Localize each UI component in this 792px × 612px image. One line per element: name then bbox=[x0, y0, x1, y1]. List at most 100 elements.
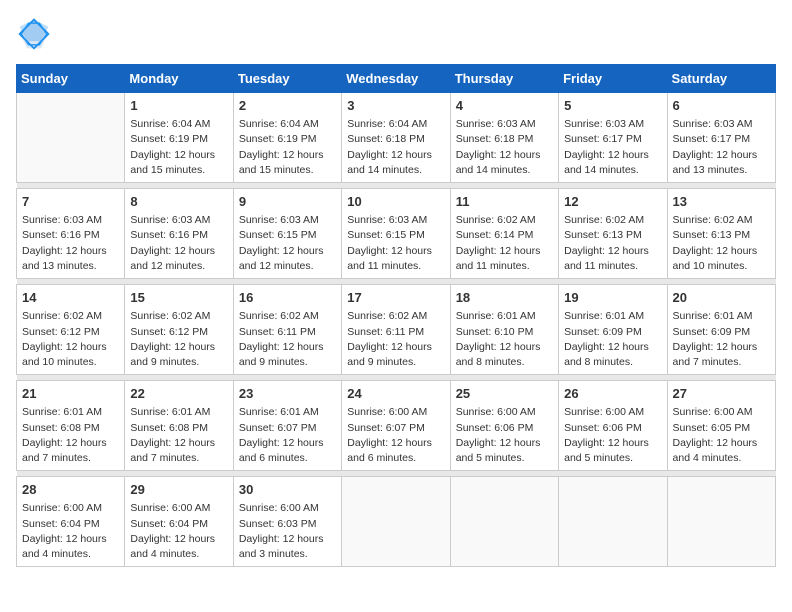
calendar-header: SundayMondayTuesdayWednesdayThursdayFrid… bbox=[17, 65, 776, 93]
calendar-cell: 30 Sunrise: 6:00 AM Sunset: 6:03 PM Dayli… bbox=[233, 477, 341, 567]
day-number: 17 bbox=[347, 289, 444, 307]
day-info: Sunrise: 6:03 AM Sunset: 6:16 PM Dayligh… bbox=[22, 213, 119, 274]
calendar-table: SundayMondayTuesdayWednesdayThursdayFrid… bbox=[16, 64, 776, 567]
day-number: 12 bbox=[564, 193, 661, 211]
calendar-cell: 27 Sunrise: 6:00 AM Sunset: 6:05 PM Dayli… bbox=[667, 381, 775, 471]
day-number: 19 bbox=[564, 289, 661, 307]
day-number: 20 bbox=[673, 289, 770, 307]
day-number: 18 bbox=[456, 289, 553, 307]
day-info: Sunrise: 6:02 AM Sunset: 6:13 PM Dayligh… bbox=[564, 213, 661, 274]
logo-icon bbox=[16, 16, 52, 52]
day-header-row: SundayMondayTuesdayWednesdayThursdayFrid… bbox=[17, 65, 776, 93]
calendar-cell bbox=[17, 93, 125, 183]
day-number: 21 bbox=[22, 385, 119, 403]
calendar-body: 1Sunrise: 6:04 AM Sunset: 6:19 PM Daylig… bbox=[17, 93, 776, 567]
calendar-cell: 21 Sunrise: 6:01 AM Sunset: 6:08 PM Dayli… bbox=[17, 381, 125, 471]
day-number: 6 bbox=[673, 97, 770, 115]
calendar-cell: 19 Sunrise: 6:01 AM Sunset: 6:09 PM Dayli… bbox=[559, 285, 667, 375]
day-number: 11 bbox=[456, 193, 553, 211]
calendar-cell: 15 Sunrise: 6:02 AM Sunset: 6:12 PM Dayli… bbox=[125, 285, 233, 375]
day-number: 25 bbox=[456, 385, 553, 403]
day-info: Sunrise: 6:01 AM Sunset: 6:08 PM Dayligh… bbox=[22, 405, 119, 466]
day-number: 15 bbox=[130, 289, 227, 307]
day-info: Sunrise: 6:02 AM Sunset: 6:11 PM Dayligh… bbox=[239, 309, 336, 370]
calendar-cell: 14 Sunrise: 6:02 AM Sunset: 6:12 PM Dayli… bbox=[17, 285, 125, 375]
day-info: Sunrise: 6:01 AM Sunset: 6:08 PM Dayligh… bbox=[130, 405, 227, 466]
calendar-cell: 10 Sunrise: 6:03 AM Sunset: 6:15 PM Dayli… bbox=[342, 189, 450, 279]
day-number: 27 bbox=[673, 385, 770, 403]
calendar-cell: 7 Sunrise: 6:03 AM Sunset: 6:16 PM Daylig… bbox=[17, 189, 125, 279]
day-number: 16 bbox=[239, 289, 336, 307]
day-number: 2 bbox=[239, 97, 336, 115]
day-number: 29 bbox=[130, 481, 227, 499]
calendar-cell bbox=[667, 477, 775, 567]
calendar-cell: 8Sunrise: 6:03 AM Sunset: 6:16 PM Daylig… bbox=[125, 189, 233, 279]
day-number: 10 bbox=[347, 193, 444, 211]
day-number: 14 bbox=[22, 289, 119, 307]
day-number: 30 bbox=[239, 481, 336, 499]
calendar-cell: 16 Sunrise: 6:02 AM Sunset: 6:11 PM Dayli… bbox=[233, 285, 341, 375]
day-number: 7 bbox=[22, 193, 119, 211]
day-number: 13 bbox=[673, 193, 770, 211]
day-number: 3 bbox=[347, 97, 444, 115]
day-info: Sunrise: 6:01 AM Sunset: 6:10 PM Dayligh… bbox=[456, 309, 553, 370]
calendar-cell: 1Sunrise: 6:04 AM Sunset: 6:19 PM Daylig… bbox=[125, 93, 233, 183]
calendar-cell: 18 Sunrise: 6:01 AM Sunset: 6:10 PM Dayli… bbox=[450, 285, 558, 375]
day-info: Sunrise: 6:03 AM Sunset: 6:15 PM Dayligh… bbox=[347, 213, 444, 274]
day-number: 23 bbox=[239, 385, 336, 403]
day-number: 4 bbox=[456, 97, 553, 115]
calendar-cell: 17Sunrise: 6:02 AM Sunset: 6:11 PM Dayli… bbox=[342, 285, 450, 375]
day-header-sunday: Sunday bbox=[17, 65, 125, 93]
day-header-saturday: Saturday bbox=[667, 65, 775, 93]
day-info: Sunrise: 6:03 AM Sunset: 6:17 PM Dayligh… bbox=[673, 117, 770, 178]
day-header-wednesday: Wednesday bbox=[342, 65, 450, 93]
day-number: 28 bbox=[22, 481, 119, 499]
day-info: Sunrise: 6:03 AM Sunset: 6:17 PM Dayligh… bbox=[564, 117, 661, 178]
calendar-cell: 23 Sunrise: 6:01 AM Sunset: 6:07 PM Dayli… bbox=[233, 381, 341, 471]
day-header-monday: Monday bbox=[125, 65, 233, 93]
day-info: Sunrise: 6:00 AM Sunset: 6:06 PM Dayligh… bbox=[564, 405, 661, 466]
day-number: 26 bbox=[564, 385, 661, 403]
calendar-week-1: 1Sunrise: 6:04 AM Sunset: 6:19 PM Daylig… bbox=[17, 93, 776, 183]
calendar-cell: 9 Sunrise: 6:03 AM Sunset: 6:15 PM Daylig… bbox=[233, 189, 341, 279]
calendar-cell: 29Sunrise: 6:00 AM Sunset: 6:04 PM Dayli… bbox=[125, 477, 233, 567]
day-header-thursday: Thursday bbox=[450, 65, 558, 93]
calendar-cell bbox=[450, 477, 558, 567]
day-info: Sunrise: 6:04 AM Sunset: 6:18 PM Dayligh… bbox=[347, 117, 444, 178]
calendar-cell: 25Sunrise: 6:00 AM Sunset: 6:06 PM Dayli… bbox=[450, 381, 558, 471]
calendar-cell bbox=[559, 477, 667, 567]
calendar-cell: 12 Sunrise: 6:02 AM Sunset: 6:13 PM Dayli… bbox=[559, 189, 667, 279]
calendar-week-4: 21 Sunrise: 6:01 AM Sunset: 6:08 PM Dayli… bbox=[17, 381, 776, 471]
page-header bbox=[16, 16, 776, 52]
calendar-cell: 22 Sunrise: 6:01 AM Sunset: 6:08 PM Dayli… bbox=[125, 381, 233, 471]
day-info: Sunrise: 6:04 AM Sunset: 6:19 PM Dayligh… bbox=[239, 117, 336, 178]
day-number: 22 bbox=[130, 385, 227, 403]
calendar-cell: 13 Sunrise: 6:02 AM Sunset: 6:13 PM Dayli… bbox=[667, 189, 775, 279]
calendar-cell: 4Sunrise: 6:03 AM Sunset: 6:18 PM Daylig… bbox=[450, 93, 558, 183]
calendar-cell: 5 Sunrise: 6:03 AM Sunset: 6:17 PM Daylig… bbox=[559, 93, 667, 183]
day-info: Sunrise: 6:02 AM Sunset: 6:13 PM Dayligh… bbox=[673, 213, 770, 274]
day-number: 9 bbox=[239, 193, 336, 211]
calendar-cell: 11 Sunrise: 6:02 AM Sunset: 6:14 PM Dayli… bbox=[450, 189, 558, 279]
calendar-cell: 2 Sunrise: 6:04 AM Sunset: 6:19 PM Daylig… bbox=[233, 93, 341, 183]
day-info: Sunrise: 6:02 AM Sunset: 6:12 PM Dayligh… bbox=[22, 309, 119, 370]
calendar-week-3: 14 Sunrise: 6:02 AM Sunset: 6:12 PM Dayli… bbox=[17, 285, 776, 375]
day-info: Sunrise: 6:02 AM Sunset: 6:12 PM Dayligh… bbox=[130, 309, 227, 370]
day-info: Sunrise: 6:02 AM Sunset: 6:14 PM Dayligh… bbox=[456, 213, 553, 274]
day-info: Sunrise: 6:00 AM Sunset: 6:05 PM Dayligh… bbox=[673, 405, 770, 466]
day-info: Sunrise: 6:03 AM Sunset: 6:16 PM Dayligh… bbox=[130, 213, 227, 274]
day-info: Sunrise: 6:01 AM Sunset: 6:09 PM Dayligh… bbox=[673, 309, 770, 370]
day-info: Sunrise: 6:00 AM Sunset: 6:04 PM Dayligh… bbox=[22, 501, 119, 562]
day-number: 5 bbox=[564, 97, 661, 115]
day-info: Sunrise: 6:01 AM Sunset: 6:07 PM Dayligh… bbox=[239, 405, 336, 466]
day-info: Sunrise: 6:00 AM Sunset: 6:03 PM Dayligh… bbox=[239, 501, 336, 562]
calendar-cell: 26 Sunrise: 6:00 AM Sunset: 6:06 PM Dayli… bbox=[559, 381, 667, 471]
calendar-cell: 24Sunrise: 6:00 AM Sunset: 6:07 PM Dayli… bbox=[342, 381, 450, 471]
calendar-cell: 3 Sunrise: 6:04 AM Sunset: 6:18 PM Daylig… bbox=[342, 93, 450, 183]
calendar-week-5: 28 Sunrise: 6:00 AM Sunset: 6:04 PM Dayli… bbox=[17, 477, 776, 567]
day-info: Sunrise: 6:04 AM Sunset: 6:19 PM Dayligh… bbox=[130, 117, 227, 178]
calendar-week-2: 7 Sunrise: 6:03 AM Sunset: 6:16 PM Daylig… bbox=[17, 189, 776, 279]
day-info: Sunrise: 6:03 AM Sunset: 6:15 PM Dayligh… bbox=[239, 213, 336, 274]
day-info: Sunrise: 6:01 AM Sunset: 6:09 PM Dayligh… bbox=[564, 309, 661, 370]
calendar-cell: 20 Sunrise: 6:01 AM Sunset: 6:09 PM Dayli… bbox=[667, 285, 775, 375]
